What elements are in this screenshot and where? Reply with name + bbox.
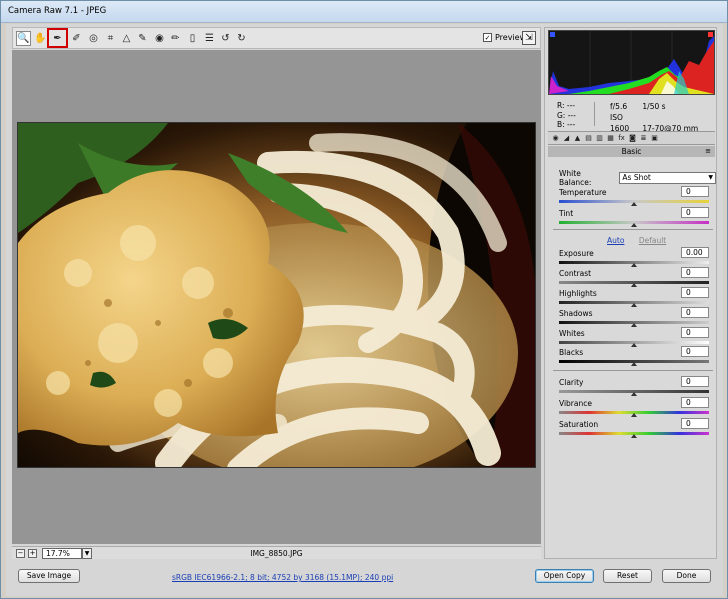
white-balance-row: White Balance: As Shot ▼ xyxy=(559,169,716,187)
temperature-thumb[interactable] xyxy=(631,202,637,206)
shadows-value-field[interactable]: 0 xyxy=(681,307,709,318)
saturation-value-field[interactable]: 0 xyxy=(681,418,709,429)
shadow-clipping-icon[interactable] xyxy=(550,32,555,37)
panel-menu-icon[interactable]: ≡ xyxy=(705,146,711,157)
zoom-tool-icon[interactable]: 🔍 xyxy=(16,31,31,46)
clarity-value-field[interactable]: 0 xyxy=(681,376,709,387)
hsl-tab-icon[interactable]: ▤ xyxy=(584,134,593,143)
camera-raw-window: Camera Raw 7.1 - JPEG 🔍 ✋ ✒ ✐ ◎ ⌗ △ ✎ ◉ … xyxy=(0,0,728,599)
default-link[interactable]: Default xyxy=(639,236,666,245)
temperature-control: Temperature 0 xyxy=(559,186,709,206)
exposure-value-field[interactable]: 0.00 xyxy=(681,247,709,258)
contrast-control: Contrast 0 xyxy=(559,267,709,287)
vibrance-value-field[interactable]: 0 xyxy=(681,397,709,408)
white-balance-select[interactable]: As Shot ▼ xyxy=(619,172,716,184)
presets-tab-icon[interactable]: ≣ xyxy=(639,134,648,143)
green-readout: G: --- xyxy=(557,110,576,120)
targeted-adjustment-tool-icon[interactable]: ◎ xyxy=(86,31,101,46)
histogram xyxy=(548,30,715,95)
graduated-filter-tool-icon[interactable]: ▯ xyxy=(185,31,200,46)
preferences-tool-icon[interactable]: ☰ xyxy=(202,31,217,46)
white-balance-label: White Balance: xyxy=(559,169,592,187)
auto-default-links: Auto Default xyxy=(607,236,666,245)
highlights-control: Highlights 0 xyxy=(559,287,709,307)
highlight-clipping-icon[interactable] xyxy=(708,32,713,37)
done-button[interactable]: Done xyxy=(662,569,711,583)
shadows-control: Shadows 0 xyxy=(559,307,709,327)
open-copy-button[interactable]: Open Copy xyxy=(535,569,594,583)
auto-link[interactable]: Auto xyxy=(607,236,624,245)
detail-tab-icon[interactable]: ▲ xyxy=(573,134,582,143)
tint-value-field[interactable]: 0 xyxy=(681,207,709,218)
tone-curve-tab-icon[interactable]: ◢ xyxy=(562,134,571,143)
window-title: Camera Raw 7.1 - JPEG xyxy=(8,6,107,16)
saturation-control: Saturation 0 xyxy=(559,418,709,438)
title-bar: Camera Raw 7.1 - JPEG xyxy=(1,1,727,23)
basic-tab-icon[interactable]: ◉ xyxy=(551,134,560,143)
effects-tab-icon[interactable]: fx xyxy=(617,134,626,143)
saturation-thumb[interactable] xyxy=(631,434,637,438)
workflow-options-link[interactable]: sRGB IEC61966-2.1; 8 bit; 4752 by 3168 (… xyxy=(172,573,393,582)
photo-preview xyxy=(17,122,536,468)
fullscreen-icon[interactable]: ⇲ xyxy=(522,31,536,45)
file-name: IMG_8850.JPG xyxy=(250,549,303,558)
chevron-down-icon: ▼ xyxy=(708,174,713,181)
whites-control: Whites 0 xyxy=(559,327,709,347)
hand-tool-icon[interactable]: ✋ xyxy=(33,31,48,46)
rotate-cw-tool-icon[interactable]: ↻ xyxy=(234,31,249,46)
highlights-value-field[interactable]: 0 xyxy=(681,287,709,298)
red-readout: R: --- xyxy=(557,101,576,110)
adjustment-brush-tool-icon[interactable]: ✏ xyxy=(168,31,183,46)
tint-thumb[interactable] xyxy=(631,223,637,227)
shadows-thumb[interactable] xyxy=(631,323,637,327)
udon-tempura-photo xyxy=(18,123,535,467)
tint-control: Tint 0 xyxy=(559,207,709,227)
straighten-tool-icon[interactable]: △ xyxy=(119,31,134,46)
exposure-control: Exposure 0.00 xyxy=(559,247,709,267)
contrast-value-field[interactable]: 0 xyxy=(681,267,709,278)
whites-value-field[interactable]: 0 xyxy=(681,327,709,338)
section-title: Basic xyxy=(621,147,642,156)
aperture-value: f/5.6 xyxy=(610,102,628,111)
crop-tool-icon[interactable]: ⌗ xyxy=(103,31,118,46)
exposure-thumb[interactable] xyxy=(631,263,637,267)
preview-toggle[interactable]: ✓ Preview xyxy=(483,33,526,42)
vibrance-control: Vibrance 0 xyxy=(559,397,709,417)
split-toning-tab-icon[interactable]: ▥ xyxy=(595,134,604,143)
status-bar: − + 17.7% ▼ IMG_8850.JPG xyxy=(12,546,541,559)
shutter-value: 1/50 s xyxy=(642,102,666,111)
camera-calibration-tab-icon[interactable]: ◙ xyxy=(628,134,637,143)
image-preview-area[interactable] xyxy=(12,50,541,544)
save-image-button[interactable]: Save Image xyxy=(18,569,80,583)
preview-checkbox[interactable]: ✓ xyxy=(483,33,492,42)
red-eye-tool-icon[interactable]: ◉ xyxy=(152,31,167,46)
vibrance-thumb[interactable] xyxy=(631,413,637,417)
section-header: Basic ≡ xyxy=(548,146,715,157)
histogram-graph xyxy=(549,31,714,94)
camera-raw-dialog: 🔍 ✋ ✒ ✐ ◎ ⌗ △ ✎ ◉ ✏ ▯ ☰ ↺ ↻ ✓ Preview ⇲ xyxy=(6,24,723,596)
contrast-thumb[interactable] xyxy=(631,283,637,287)
whites-thumb[interactable] xyxy=(631,343,637,347)
white-balance-tool-icon[interactable]: ✒ xyxy=(47,28,68,48)
color-sampler-tool-icon[interactable]: ✐ xyxy=(69,31,84,46)
clarity-control: Clarity 0 xyxy=(559,376,709,396)
blacks-thumb[interactable] xyxy=(631,362,637,366)
blacks-control: Blacks 0 xyxy=(559,346,709,366)
panel-tabs: ◉ ◢ ▲ ▤ ▥ ▦ fx ◙ ≣ ▣ xyxy=(548,131,715,145)
temperature-value-field[interactable]: 0 xyxy=(681,186,709,197)
clarity-thumb[interactable] xyxy=(631,392,637,396)
rotate-ccw-tool-icon[interactable]: ↺ xyxy=(218,31,233,46)
tool-bar: 🔍 ✋ ✒ ✐ ◎ ⌗ △ ✎ ◉ ✏ ▯ ☰ ↺ ↻ ✓ Preview ⇲ xyxy=(12,27,541,49)
pixel-readout: R: --- G: --- B: --- f/5.6 1/50 s ISO 16… xyxy=(548,99,715,133)
blacks-value-field[interactable]: 0 xyxy=(681,346,709,357)
lens-corrections-tab-icon[interactable]: ▦ xyxy=(606,134,615,143)
snapshots-tab-icon[interactable]: ▣ xyxy=(650,134,659,143)
highlights-thumb[interactable] xyxy=(631,303,637,307)
reset-button[interactable]: Reset xyxy=(603,569,652,583)
spot-removal-tool-icon[interactable]: ✎ xyxy=(135,31,150,46)
adjustment-panel: R: --- G: --- B: --- f/5.6 1/50 s ISO 16… xyxy=(544,27,717,559)
blue-readout: B: --- xyxy=(557,120,576,129)
